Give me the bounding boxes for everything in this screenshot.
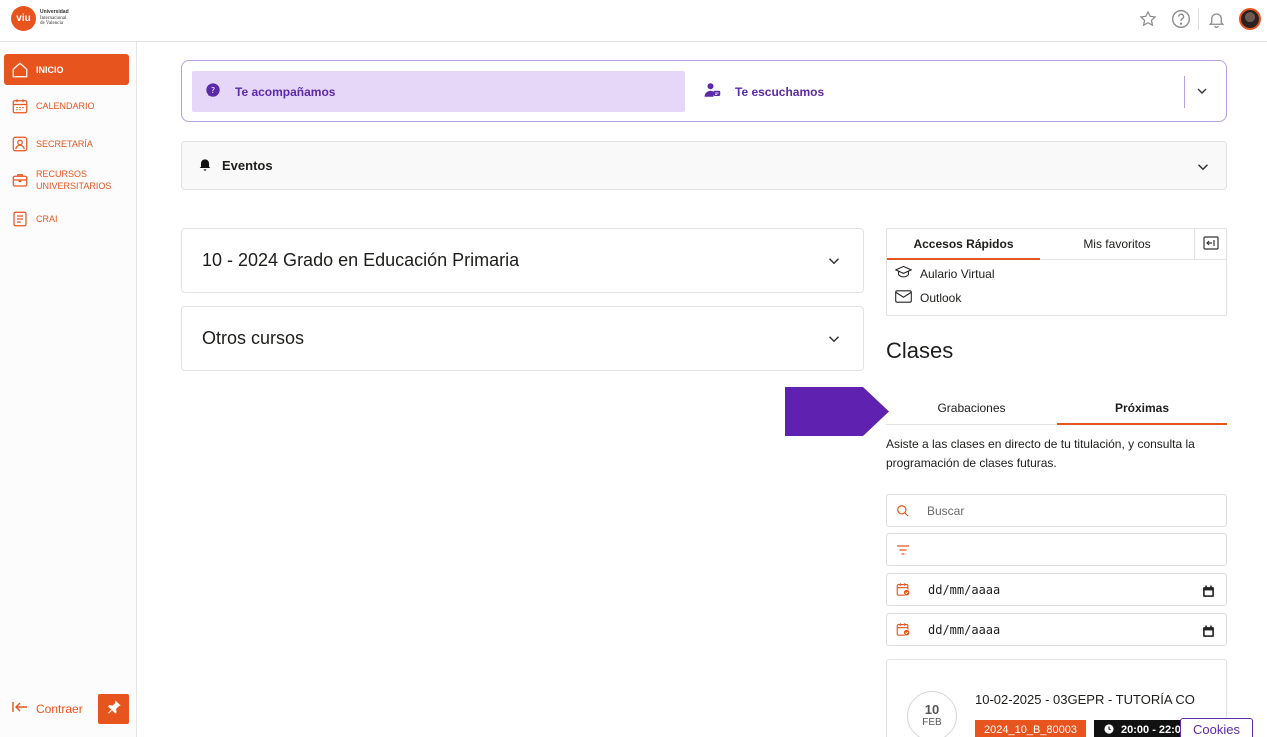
sidebar-item-recursos[interactable]: RECURSOS UNIVERSITARIOS (4, 168, 129, 192)
logo-mark: viu (11, 6, 36, 31)
clock-icon (1104, 723, 1114, 737)
class-code-badge: 2024_10_B_80003 (975, 720, 1086, 737)
chevron-down-icon (1194, 158, 1212, 180)
pin-icon (106, 699, 122, 719)
pin-sidebar-button[interactable] (98, 694, 129, 724)
top-bar: viu Universidad Internacional de Valenci… (0, 0, 1267, 42)
top-icons (1138, 8, 1261, 30)
classes-title: Clases (886, 338, 954, 363)
filter-icon (895, 542, 911, 558)
tab-grabaciones[interactable]: Grabaciones (886, 392, 1057, 425)
question-bubble-icon: ? (205, 82, 221, 102)
tab-te-escuchamos[interactable]: Te escuchamos (703, 71, 824, 112)
course-accordion[interactable]: 10 - 2024 Grado en Educación Primaria (181, 228, 864, 293)
viu-logo[interactable]: viu Universidad Internacional de Valenci… (11, 6, 80, 31)
calendar-icon (11, 97, 29, 115)
sidebar-item-inicio[interactable]: INICIO (4, 54, 129, 85)
quick-link-label: Outlook (920, 291, 962, 305)
user-chat-icon (703, 81, 721, 103)
date-from-field[interactable]: dd/mm/aaaa (886, 573, 1227, 606)
collapse-sidebar-button[interactable]: Contraer (12, 701, 83, 716)
quick-link-outlook[interactable]: Outlook (895, 290, 961, 306)
date-from-input[interactable]: dd/mm/aaaa (928, 583, 1000, 597)
mail-icon (895, 290, 912, 306)
class-card[interactable]: 10 FEB 10-02-2025 - 03GEPR - TUTORÍA CO … (886, 659, 1227, 737)
date-day: 10 (924, 702, 940, 717)
collapse-label: Contraer (36, 701, 83, 716)
user-card-icon (11, 135, 29, 153)
support-label: Te escuchamos (735, 84, 825, 99)
events-accordion[interactable]: Eventos (181, 141, 1227, 190)
support-label: Te acompañamos (235, 84, 336, 99)
calendar-check-icon (895, 622, 911, 638)
sidebar-item-label: SECRETARÍA (36, 139, 93, 149)
home-icon (11, 61, 29, 79)
arrow-marker (785, 387, 889, 436)
quick-link-aulario-virtual[interactable]: Aulario Virtual (894, 265, 995, 282)
cookies-button[interactable]: Cookies (1180, 718, 1253, 737)
sidebar-item-calendario[interactable]: CALENDARIO (4, 97, 129, 115)
graduation-cap-icon (894, 265, 913, 282)
course-title: Otros cursos (202, 328, 305, 348)
document-icon (11, 210, 29, 228)
tab-te-acompanamos[interactable]: ? Te acompañamos (192, 71, 685, 112)
sidebar-item-label: CALENDARIO (36, 101, 95, 111)
logo-text: Universidad Internacional de Valencia (40, 9, 69, 27)
date-to-field[interactable]: dd/mm/aaaa (886, 613, 1227, 646)
tab-proximas[interactable]: Próximas (1057, 392, 1227, 425)
quick-access-panel: Accesos Rápidos Mis favoritos Aulario Vi… (886, 228, 1227, 316)
search-field[interactable] (886, 494, 1227, 527)
search-input[interactable] (927, 503, 1177, 518)
svg-text:?: ? (211, 86, 215, 95)
search-icon (895, 503, 911, 519)
sidebar-item-crai[interactable]: CRAI (4, 210, 129, 228)
classes-description: Asiste a las clases en directo de tu tit… (886, 437, 1195, 470)
course-accordion[interactable]: Otros cursos (181, 306, 864, 371)
tab-accesos-rapidos[interactable]: Accesos Rápidos (887, 229, 1040, 260)
collapse-panel-button[interactable] (1194, 229, 1227, 260)
class-time: 20:00 - 22:00 (1121, 724, 1188, 736)
date-to-input[interactable]: dd/mm/aaaa (928, 623, 1000, 637)
calendar-check-icon (895, 582, 911, 598)
sidebar: INICIO CALENDARIO SECRETARÍA RECURSOS UN… (0, 42, 137, 737)
sidebar-item-label: CRAI (36, 214, 58, 224)
date-month: FEB (922, 717, 942, 728)
sidebar-item-secretaria[interactable]: SECRETARÍA (4, 135, 129, 153)
chevron-down-icon (825, 252, 843, 274)
course-title: 10 - 2024 Grado en Educación Primaria (202, 250, 520, 270)
filter-field[interactable] (886, 533, 1227, 566)
calendar-icon[interactable] (1202, 583, 1215, 602)
bell-icon[interactable] (1206, 9, 1226, 29)
star-icon[interactable] (1138, 9, 1158, 29)
date-badge: 10 FEB (907, 691, 957, 737)
briefcase-icon (11, 171, 29, 189)
events-label: Eventos (222, 158, 273, 173)
sidebar-item-label: RECURSOS UNIVERSITARIOS (36, 169, 112, 191)
bell-icon (197, 156, 213, 176)
help-icon[interactable] (1171, 9, 1191, 29)
avatar[interactable] (1239, 8, 1261, 30)
support-divider (1184, 76, 1185, 108)
tab-mis-favoritos[interactable]: Mis favoritos (1040, 229, 1194, 260)
panel-toggle-icon (1203, 235, 1219, 253)
support-panel: ? Te acompañamos Te escuchamos (181, 60, 1227, 122)
sidebar-item-label: INICIO (36, 64, 64, 75)
collapse-arrow-icon (12, 701, 28, 716)
chevron-down-icon (825, 330, 843, 352)
quick-link-label: Aulario Virtual (920, 266, 995, 281)
header-divider (1198, 8, 1199, 30)
chevron-down-icon[interactable] (1194, 83, 1210, 103)
class-title: 10-02-2025 - 03GEPR - TUTORÍA CO (975, 692, 1195, 707)
calendar-icon[interactable] (1202, 623, 1215, 642)
